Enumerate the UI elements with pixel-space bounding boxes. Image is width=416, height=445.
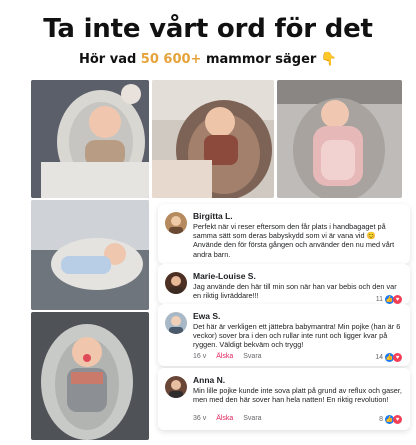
reaction-count[interactable]: 11 👍 ♥ (376, 295, 402, 304)
comment-time: 16 v (193, 353, 207, 360)
comment-card: Birgitta L. Perfekt när vi reser efterso… (158, 204, 410, 264)
comment-author[interactable]: Anna N. (193, 375, 225, 385)
heart-icon: ♥ (393, 415, 402, 424)
page-title: Ta inte vårt ord för det (43, 14, 373, 44)
heart-icon: ♥ (393, 295, 402, 304)
comment-meta: 36 v Älska Svara (193, 415, 270, 422)
love-button[interactable]: Älska (216, 353, 233, 360)
heart-icon: ♥ (393, 353, 402, 362)
avatar (165, 212, 187, 234)
comment-time: 36 v (193, 415, 207, 422)
subtitle-suffix: mammor säger (201, 52, 321, 67)
comment-meta: 16 v Älska Svara (193, 353, 270, 360)
comment-card: Marie-Louise S. Jag använde den här till… (158, 264, 410, 304)
comment-text: Min lille pojke kunde inte sova platt på… (193, 386, 402, 405)
comment-text: Det här är verkligen ett jättebra babyma… (193, 322, 401, 350)
comment-text: Perfekt när vi reser eftersom den får pl… (193, 222, 395, 259)
avatar (165, 312, 187, 334)
reply-button[interactable]: Svara (243, 353, 261, 360)
baby-sleeping-photo (31, 80, 149, 198)
page-subtitle: Hör vad 50 600+ mammor säger 👇 (0, 52, 416, 67)
reaction-count[interactable]: 8 👍 ♥ (379, 415, 402, 424)
comment-author[interactable]: Marie-Louise S. (193, 271, 256, 281)
mother-count: 50 600+ (140, 52, 202, 67)
avatar (165, 272, 187, 294)
baby-in-nest-photo (152, 80, 274, 198)
comment-card: Anna N. Min lille pojke kunde inte sova … (158, 368, 410, 430)
baby-lying-photo (31, 200, 149, 310)
reaction-count[interactable]: 14 👍 ♥ (375, 353, 402, 362)
comment-author[interactable]: Birgitta L. (193, 211, 233, 221)
comment-card: Ewa S. Det här är verkligen ett jättebra… (158, 304, 410, 366)
love-button[interactable]: Älska (216, 415, 233, 422)
comments-section: Birgitta L. Perfekt när vi reser efterso… (158, 200, 410, 440)
pointing-down-icon: 👇 (320, 52, 338, 67)
avatar (165, 376, 187, 398)
baby-pink-outfit-photo (277, 80, 402, 198)
subtitle-prefix: Hör vad (78, 52, 141, 67)
comment-text: Jag använde den här till min son när han… (193, 282, 397, 301)
baby-pacifier-photo (31, 312, 149, 440)
reply-button[interactable]: Svara (243, 415, 261, 422)
comment-author[interactable]: Ewa S. (193, 311, 220, 321)
